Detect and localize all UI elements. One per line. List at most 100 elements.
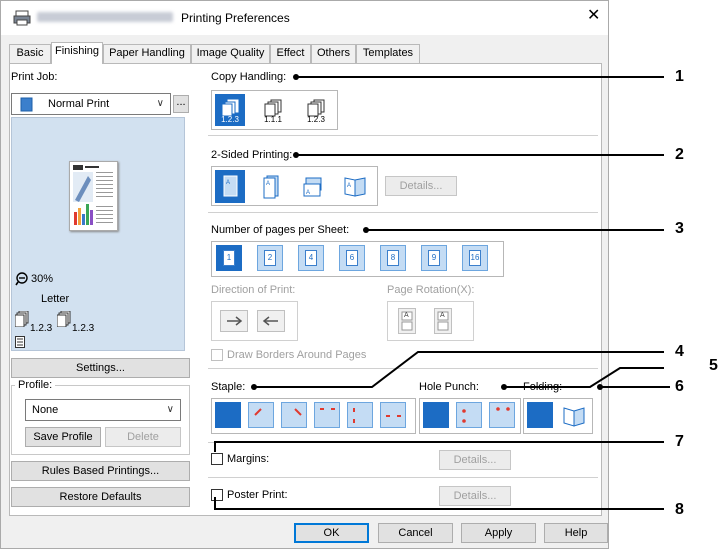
close-icon[interactable]: ✕: [587, 8, 600, 24]
callout-dot-1: [293, 74, 299, 80]
svg-text:A: A: [226, 180, 230, 186]
two-sided-short-edge[interactable]: A: [297, 170, 327, 203]
staple-top-right[interactable]: [281, 402, 307, 428]
folding-half[interactable]: [560, 402, 586, 428]
hole-punch-top[interactable]: [489, 402, 515, 428]
tab-paper-handling[interactable]: Paper Handling: [103, 44, 191, 63]
tab-image-quality[interactable]: Image Quality: [191, 44, 270, 63]
chevron-down-icon: ∨: [166, 404, 174, 415]
pages-per-sheet-1[interactable]: 1: [216, 245, 242, 271]
pages-per-sheet-2[interactable]: 2: [257, 245, 283, 271]
pages-per-sheet-6[interactable]: 6: [339, 245, 365, 271]
copy-handling-group-copies[interactable]: 1.1.1: [258, 94, 288, 126]
long-edge-icon: A: [263, 175, 279, 199]
ok-button[interactable]: OK: [294, 523, 369, 543]
direction-of-print-label: Direction of Print:: [211, 284, 296, 296]
copy-order-b: 1.2.3: [72, 323, 95, 334]
folding-none[interactable]: [527, 402, 553, 428]
profile-select[interactable]: None ∨: [25, 399, 181, 421]
two-sided-booklet[interactable]: A: [338, 170, 368, 203]
callout-line-1: [296, 76, 664, 78]
two-sided-group: A A A A: [211, 166, 378, 206]
staple-top-left[interactable]: [248, 402, 274, 428]
tab-effect[interactable]: Effect: [270, 44, 311, 63]
copy-handling-collate[interactable]: 1.2.3: [215, 94, 245, 126]
chevron-down-icon: ∨: [156, 98, 164, 109]
staple-mark-icon: [254, 408, 262, 416]
draw-borders-checkbox[interactable]: [211, 349, 223, 361]
group-copies-label: 1.1.1: [264, 115, 282, 124]
page-rotation-label: Page Rotation(X):: [387, 284, 475, 296]
apply-button[interactable]: Apply: [461, 523, 536, 543]
print-job-label: Print Job:: [11, 71, 58, 83]
pages-per-sheet-16[interactable]: 16: [462, 245, 488, 271]
pages-2-label: 2: [264, 250, 276, 266]
two-sided-off[interactable]: A: [215, 170, 245, 203]
pages-per-sheet-label: Number of pages per Sheet:: [211, 224, 350, 236]
callout-1: 1: [675, 68, 684, 85]
svg-text:A: A: [266, 181, 270, 187]
callout-5: 5: [709, 357, 718, 374]
short-edge-icon: A: [303, 177, 322, 197]
restore-defaults-button[interactable]: Restore Defaults: [11, 487, 190, 507]
save-profile-button[interactable]: Save Profile: [25, 427, 101, 447]
cancel-button[interactable]: Cancel: [378, 523, 453, 543]
delete-profile-button[interactable]: Delete: [105, 427, 181, 447]
hole-punch-left[interactable]: [456, 402, 482, 428]
printer-name-redacted: [37, 12, 173, 22]
two-sided-details-button[interactable]: Details...: [385, 176, 457, 196]
pages-6-label: 6: [346, 250, 358, 266]
preview-page-thumbnail: [69, 161, 118, 231]
help-button[interactable]: Help: [544, 523, 608, 543]
rotation-a-glyph: A: [404, 312, 409, 319]
staple-group: [211, 398, 416, 434]
paper-size: Letter: [41, 293, 70, 305]
collate-label: 1.2.3: [221, 115, 239, 124]
hole-punch-none[interactable]: [423, 402, 449, 428]
copy-handling-rotate-sort[interactable]: 1.2.3: [301, 94, 331, 126]
svg-text:A: A: [306, 190, 310, 196]
printing-preferences-window: Printing Preferences ✕ Basic Finishing P…: [0, 0, 609, 549]
fold-book-icon: [563, 407, 585, 427]
print-job-value: Normal Print: [48, 98, 110, 110]
tab-templates[interactable]: Templates: [356, 44, 420, 63]
print-preview: [11, 117, 185, 351]
staple-right-double[interactable]: [380, 402, 406, 428]
pages-per-sheet-group: 1 2 4 6 8 9 16: [211, 241, 504, 277]
rotation-group: A A: [387, 301, 474, 341]
settings-button[interactable]: Settings...: [11, 358, 190, 378]
copy-order-a: 1.2.3: [30, 323, 53, 334]
hole-punch-group: [419, 398, 521, 434]
arrow-left-icon[interactable]: [257, 310, 285, 332]
rotate-sort-label: 1.2.3: [307, 115, 325, 124]
callout-3: 3: [675, 220, 684, 237]
zoom-out-icon[interactable]: [15, 272, 29, 286]
staple-mark-icon: [294, 408, 302, 416]
callout-7: 7: [675, 433, 684, 450]
pages-8-label: 8: [387, 250, 399, 266]
tab-finishing[interactable]: Finishing: [51, 42, 103, 64]
two-sided-long-edge[interactable]: A: [256, 170, 286, 203]
pages-per-sheet-4[interactable]: 4: [298, 245, 324, 271]
print-job-select[interactable]: Normal Print ∨: [11, 93, 171, 115]
staple-none[interactable]: [215, 402, 241, 428]
callout-dot-2: [293, 152, 299, 158]
arrow-right-icon[interactable]: [220, 310, 248, 332]
staple-mark-icon: [386, 415, 401, 417]
pages-9-label: 9: [428, 250, 440, 266]
stack-copies-icon: [57, 311, 71, 327]
staple-top-double[interactable]: [314, 402, 340, 428]
pages-per-sheet-8[interactable]: 8: [380, 245, 406, 271]
print-job-more-button[interactable]: ...: [173, 95, 189, 113]
pages-per-sheet-9[interactable]: 9: [421, 245, 447, 271]
folding-group: [523, 398, 593, 434]
staple-left-double[interactable]: [347, 402, 373, 428]
rules-based-printings-button[interactable]: Rules Based Printings...: [11, 461, 190, 481]
tab-basic[interactable]: Basic: [9, 44, 51, 63]
pages-1-label: 1: [223, 250, 235, 266]
title-bar: Printing Preferences ✕: [1, 1, 608, 35]
svg-text:A: A: [347, 183, 351, 189]
paper-icon: [15, 336, 25, 348]
tab-others[interactable]: Others: [311, 44, 356, 63]
callout-4: 4: [675, 343, 684, 360]
